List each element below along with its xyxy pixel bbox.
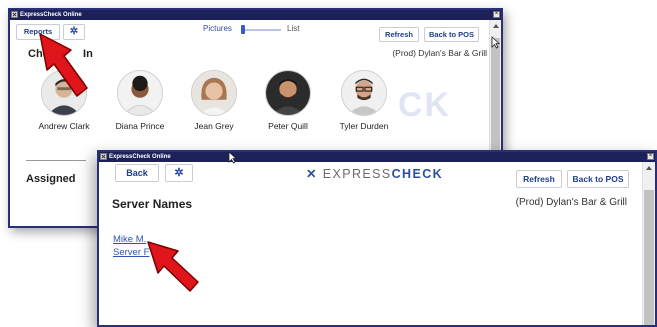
person-name: Jean Grey: [194, 121, 234, 131]
back-to-pos-button[interactable]: Back to POS: [567, 170, 629, 188]
close-icon[interactable]: ×: [647, 153, 654, 160]
annotation-arrow-reports: [39, 33, 88, 97]
person-name: Andrew Clark: [38, 121, 90, 131]
scrollbar-thumb[interactable]: [644, 190, 654, 325]
window-title: ExpressCheck Online: [109, 154, 171, 160]
expresscheck-logo: ✕ EXPRESSCHECK: [306, 167, 444, 181]
close-icon[interactable]: ×: [493, 11, 500, 18]
location-label: (Prod) Dylan's Bar & Grill: [515, 197, 627, 208]
person-name: Tyler Durden: [339, 121, 389, 131]
list-label[interactable]: List: [287, 24, 299, 33]
slider-thumb[interactable]: [241, 25, 245, 34]
avatar-diana-prince[interactable]: [117, 70, 163, 116]
logo-x-icon: ✕: [306, 167, 318, 181]
view-toggle-slider[interactable]: [241, 25, 281, 34]
title-bar[interactable]: ExpressCheck Online ×: [10, 10, 501, 20]
logo-watermark: CK: [398, 86, 452, 124]
person-photo: [266, 71, 310, 115]
person-name: Peter Quill: [268, 121, 308, 131]
window-title: ExpressCheck Online: [20, 12, 82, 18]
person-photo: [342, 71, 386, 115]
app-icon: [11, 11, 18, 18]
mouse-cursor-icon: [491, 36, 500, 49]
annotation-arrow-server: [147, 241, 199, 292]
refresh-button[interactable]: Refresh: [379, 27, 419, 42]
person-photo: [192, 71, 236, 115]
avatar-tyler-durden[interactable]: [341, 70, 387, 116]
app-icon: [100, 153, 107, 160]
pictures-label[interactable]: Pictures: [203, 24, 232, 33]
person-photo: [118, 71, 162, 115]
section-divider: [26, 160, 86, 161]
gear-icon: ✲: [174, 167, 184, 179]
back-button[interactable]: Back: [115, 164, 159, 182]
refresh-button[interactable]: Refresh: [516, 170, 562, 188]
avatar-jean-grey[interactable]: [191, 70, 237, 116]
scroll-up-icon[interactable]: [492, 24, 499, 28]
settings-gear-button[interactable]: ✲: [165, 164, 193, 182]
avatar-peter-quill[interactable]: [265, 70, 311, 116]
scrollbar-thumb[interactable]: [491, 38, 500, 158]
mouse-cursor-icon: [228, 151, 237, 164]
person-name: Diana Prince: [115, 121, 165, 131]
location-label: (Prod) Dylan's Bar & Grill: [392, 48, 487, 58]
page-title: Server Names: [112, 197, 193, 211]
title-bar[interactable]: ExpressCheck Online ×: [99, 152, 655, 162]
assigned-heading: Assigned: [26, 173, 76, 185]
server-link-mike[interactable]: Mike M.: [113, 234, 146, 245]
scroll-up-icon[interactable]: [646, 166, 652, 170]
back-to-pos-button[interactable]: Back to POS: [424, 27, 479, 42]
scrollbar[interactable]: [642, 162, 655, 325]
